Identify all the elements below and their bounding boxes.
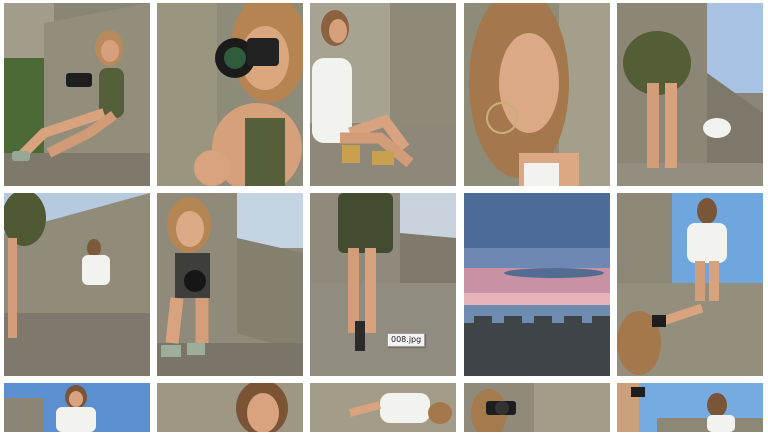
photo-woman-camera-wall	[464, 383, 610, 432]
thumbnail-013[interactable]	[310, 383, 456, 433]
thumbnail-003[interactable]	[310, 3, 456, 186]
photo-woman-white-top-smiling	[4, 383, 150, 432]
photo-woman-white-shirt-sitting	[310, 3, 456, 186]
thumbnail-004[interactable]	[464, 3, 610, 186]
thumbnail-005[interactable]	[617, 3, 763, 186]
photo-woman-close-stone	[157, 383, 303, 432]
thumbnail-001[interactable]	[4, 3, 150, 186]
photo-woman-sitting-steps	[157, 193, 303, 376]
thumbnail-012[interactable]	[157, 383, 303, 433]
photo-grid	[0, 0, 768, 432]
thumbnail-002[interactable]	[157, 3, 303, 186]
thumbnail-014[interactable]	[464, 383, 610, 433]
thumbnail-007[interactable]	[157, 193, 303, 376]
photo-woman-sky-wall	[617, 383, 763, 432]
filename-tooltip: 008.jpg	[387, 333, 426, 347]
photo-woman-walking-wall	[310, 193, 456, 376]
thumbnail-006[interactable]	[4, 193, 150, 376]
thumbnail-010[interactable]	[617, 193, 763, 376]
thumbnail-009[interactable]	[464, 193, 610, 376]
thumbnail-008[interactable]	[310, 193, 456, 376]
photo-woman-lying-stone	[310, 383, 456, 432]
photo-sunset-sea-battlements	[464, 193, 610, 376]
photo-woman-sitting-camera	[4, 3, 150, 186]
photo-woman-camera-closeup	[157, 3, 303, 186]
photo-fortress-walkway	[4, 193, 150, 376]
thumbnail-011[interactable]	[4, 383, 150, 433]
photo-woman-green-dress-wall	[617, 3, 763, 186]
thumbnail-015[interactable]	[617, 383, 763, 433]
photo-woman-on-wall-photographer	[617, 193, 763, 376]
photo-woman-profile-earring	[464, 3, 610, 186]
